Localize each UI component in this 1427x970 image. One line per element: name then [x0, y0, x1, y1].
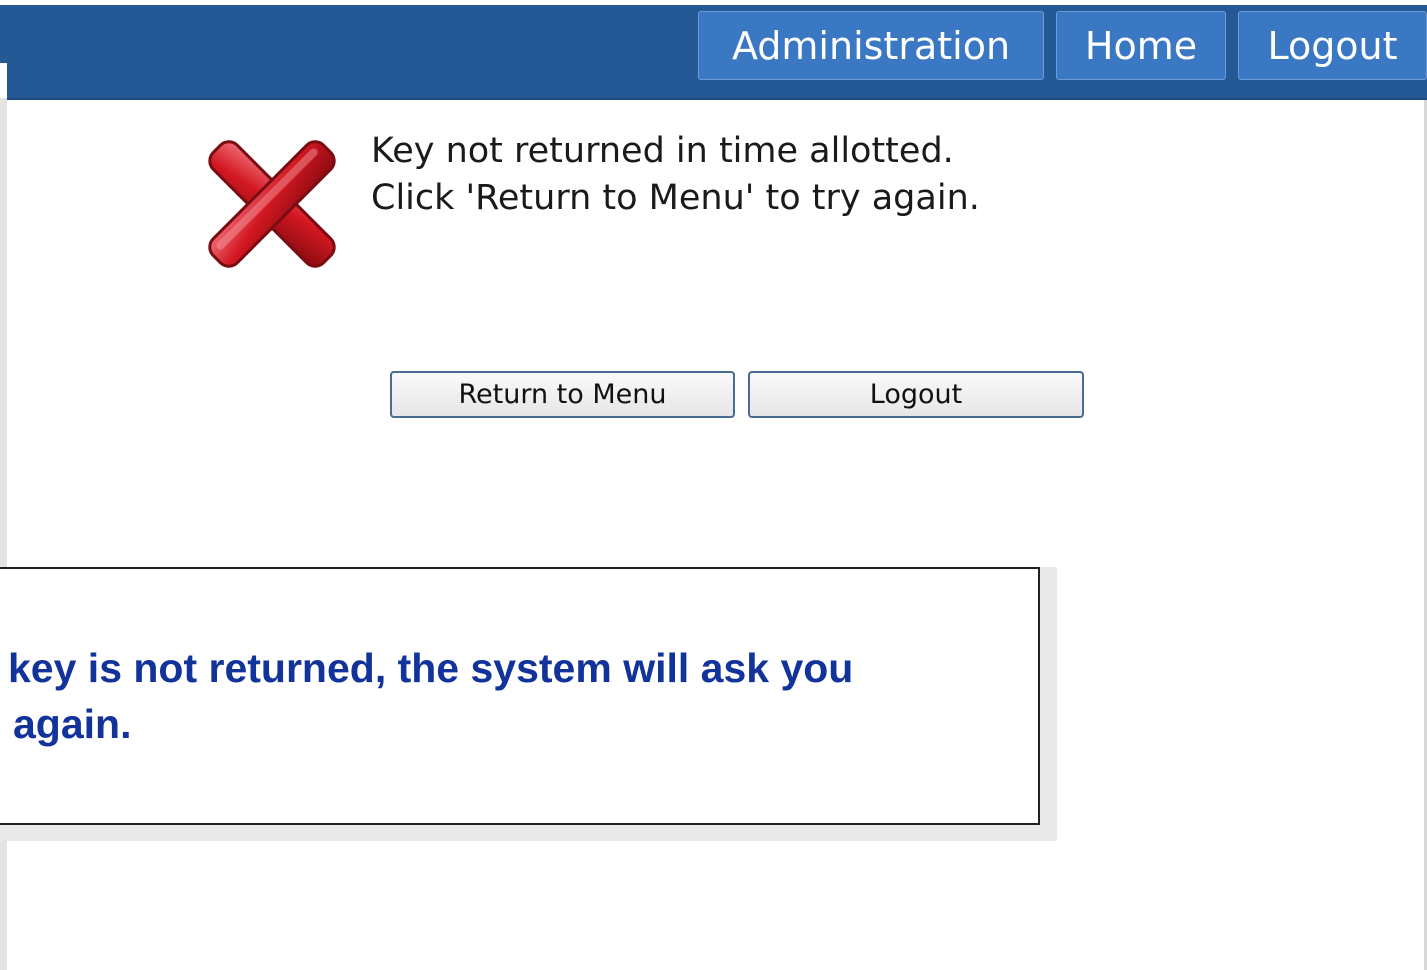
error-message-line1: Key not returned in time allotted.: [371, 131, 954, 171]
page: Administration Home Logout Key not retur…: [0, 0, 1427, 970]
close-x-icon: [208, 140, 336, 268]
error-message: Key not returned in time allotted. Click…: [371, 128, 980, 222]
callout-text: key is not returned, the system will ask…: [8, 640, 853, 752]
error-message-line2: Click 'Return to Menu' to try again.: [371, 178, 980, 218]
nav-logout-button[interactable]: Logout: [1238, 11, 1427, 80]
logout-button[interactable]: Logout: [748, 371, 1084, 418]
header-edge: [0, 5, 7, 63]
nav-home-button[interactable]: Home: [1056, 11, 1226, 80]
nav-administration-button[interactable]: Administration: [698, 11, 1044, 80]
return-to-menu-button[interactable]: Return to Menu: [390, 371, 735, 418]
callout-line2: again.: [13, 701, 132, 747]
callout-line1: key is not returned, the system will ask…: [8, 645, 854, 691]
